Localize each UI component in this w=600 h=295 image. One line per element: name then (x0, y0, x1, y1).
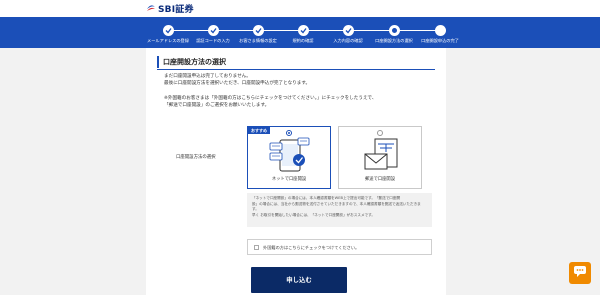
help-chat-button[interactable] (569, 262, 591, 284)
info-line: 設」の場合には、当社から郵送物を送付させていただきますので、本人確認書類を郵送で… (252, 201, 421, 212)
intro-line: 最後に口座開設方法を選択いただき、口座開設申込が完了となります。 (164, 81, 311, 86)
step-label: 認証コードの入力 (196, 38, 230, 43)
note-line: 「郵送で口座開設」のご選択をお願いいたします。 (164, 103, 270, 108)
submit-button[interactable]: 申し込む (251, 267, 347, 293)
chat-help-icon (574, 266, 586, 277)
intro-line: まだ口座開設申込は完了しておりません。 (164, 74, 251, 79)
step-label: 規約の確認 (292, 38, 314, 43)
mail-envelope-icon (359, 136, 403, 176)
foreign-check-label[interactable]: 外国籍の方はこちらにチェックをつけてください。 (263, 244, 359, 251)
smartphone-check-icon (268, 136, 312, 176)
foreign-note: ※外国籍のお客さまは「外国籍の方はこちらにチェックをつけてください。」にチェック… (164, 95, 376, 109)
step-label: 口座開設申込の完了 (421, 38, 459, 43)
intro-text: まだ口座開設申込は完了しておりません。 最後に口座開設方法を選択いただき、口座開… (164, 73, 310, 87)
step-label: 入力内容の確認 (333, 38, 363, 43)
step-marker (162, 25, 174, 36)
check-icon (255, 28, 262, 34)
method-field-label: 口座開設方法の選択 (176, 155, 216, 160)
option-online[interactable]: おすすめ ネットで口座開設 (247, 126, 331, 189)
step-marker (434, 25, 446, 36)
step-label: メールアドレスの登録 (147, 38, 189, 43)
site-header: SBI証券 (0, 0, 600, 17)
step-label: お客さま情報の設定 (239, 38, 277, 43)
step-marker (388, 25, 400, 36)
check-icon (210, 28, 217, 34)
page-title: 口座開設方法の選択 (157, 56, 226, 68)
step-label: 口座開設方法の選択 (375, 38, 413, 43)
check-icon (345, 28, 352, 34)
sbi-logo[interactable]: SBI証券 (146, 2, 194, 15)
method-info-box: 「ネットで口座開設」の場合には、本人確認書類をWEB上で提出可能です。「郵送で口… (247, 193, 432, 227)
step-marker (342, 25, 354, 36)
foreign-checkbox[interactable] (254, 245, 259, 250)
recommended-badge: おすすめ (248, 127, 270, 134)
foreign-check-row[interactable]: 外国籍の方はこちらにチェックをつけてください。 (247, 239, 432, 255)
sbi-logo-icon (146, 3, 156, 13)
step-marker (252, 25, 264, 36)
info-line: 早く お取引を開始したい場合には、「ネットで口座開設」がおススメです。 (252, 212, 375, 217)
check-icon (165, 28, 172, 34)
step-marker (207, 25, 219, 36)
step-marker (297, 25, 309, 36)
title-divider (157, 69, 435, 70)
option-mail[interactable]: 郵送で口座開設 (338, 126, 422, 189)
note-line: ※外国籍のお客さまは「外国籍の方はこちらにチェックをつけてください。」にチェック… (164, 96, 377, 101)
option-online-label: ネットで口座開設 (271, 177, 307, 182)
option-mail-label: 郵送で口座開設 (364, 177, 396, 182)
check-icon (300, 28, 307, 34)
brand-name: SBI証券 (158, 4, 194, 15)
main-card: 口座開設方法の選択 まだ口座開設申込は完了しておりません。 最後に口座開設方法を… (146, 48, 446, 295)
